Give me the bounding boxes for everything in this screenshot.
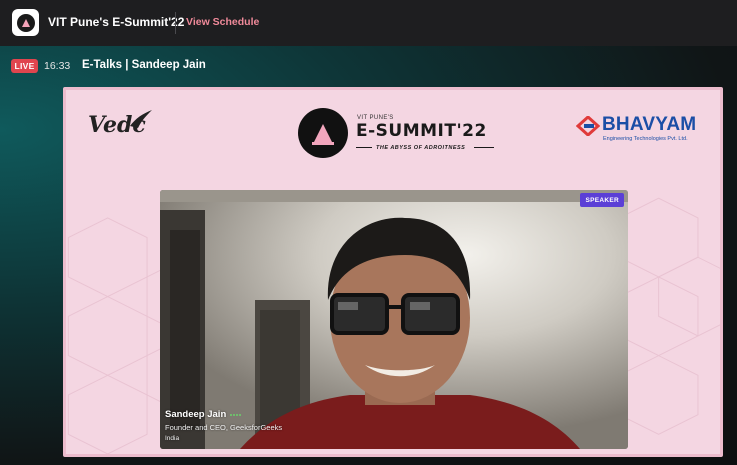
speaker-badge: SPEAKER: [580, 193, 624, 207]
esummit-tagline: THE ABYSS OF ADROITNESS: [376, 145, 466, 151]
presentation-slide: Vedc VIT PUNE'S E-SUMMIT'22 THE ABYSS OF…: [63, 87, 723, 457]
bhavyam-subtitle: Engineering Technologies Pvt. Ltd.: [603, 136, 688, 142]
tagline-rule-left: [356, 147, 372, 148]
bhavyam-name: BHAVYAM: [602, 114, 697, 135]
bhavyam-logo-icon: [576, 116, 600, 136]
session-title: E-Talks | Sandeep Jain: [82, 59, 206, 71]
audio-level-icon: [230, 413, 242, 416]
esummit-title: E-SUMMIT'22: [356, 121, 487, 141]
speaker-role: Founder and CEO, GeeksforGeeks: [165, 423, 283, 432]
speaker-location: India: [165, 435, 180, 442]
speaker-video[interactable]: SPEAKER Sandeep Jain Founder and CEO, Ge…: [160, 190, 628, 449]
bird-icon: [130, 110, 152, 128]
event-title: VIT Pune's E-Summit'22: [48, 15, 185, 29]
live-badge: LIVE: [11, 59, 38, 73]
event-logo-icon[interactable]: [12, 9, 39, 36]
session-time: 16:33: [44, 60, 71, 72]
view-schedule-link[interactable]: View Schedule: [186, 16, 259, 28]
tagline-rule-right: [474, 147, 494, 148]
esummit-emblem-icon: [298, 108, 348, 158]
divider: [175, 12, 176, 34]
top-bar: VIT Pune's E-Summit'22 View Schedule: [0, 0, 737, 46]
speaker-name: Sandeep Jain: [165, 409, 227, 420]
